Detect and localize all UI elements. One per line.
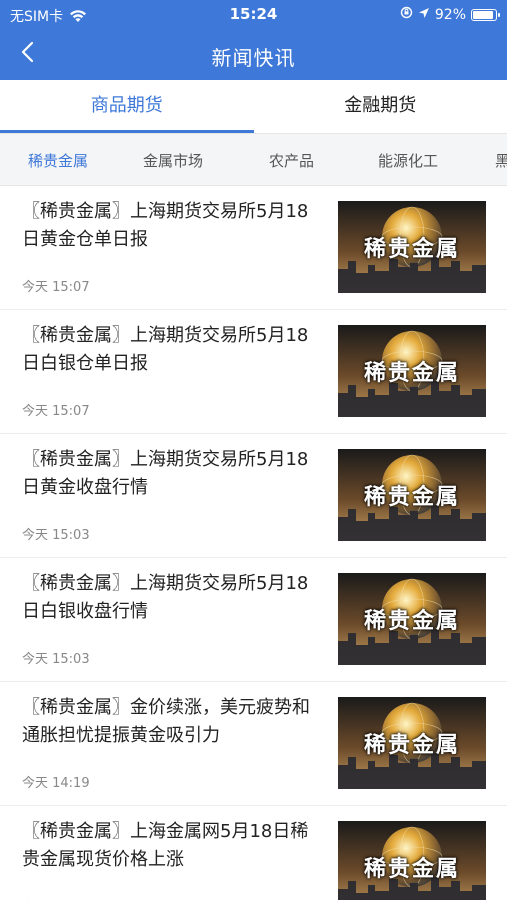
thumbnail-caption: 稀贵金属 [363,609,460,634]
news-timestamp: 今天 15:03 [22,652,90,667]
battery-icon [471,8,500,21]
news-item[interactable]: 〖稀贵金属〗上海期货交易所5月18日黄金收盘行情 今天 15:03 稀贵金属 [0,434,507,558]
news-timestamp: 今天 15:07 [22,280,90,295]
subcat-energy-chemical[interactable]: 能源化工 [378,150,438,171]
thumbnail-caption: 稀贵金属 [363,857,460,882]
news-title: 〖稀贵金属〗金价续涨，美元疲势和通胀担忧提振黄金吸引力 [22,697,310,746]
news-item[interactable]: 〖稀贵金属〗金价续涨，美元疲势和通胀担忧提振黄金吸引力 今天 14:19 稀贵金… [0,682,507,806]
news-item[interactable]: 〖稀贵金属〗上海金属网5月18日稀贵金属现货价格上涨 今天 14:1 [0,806,507,900]
news-thumbnail: 稀贵金属 [338,573,486,665]
tab-commodity-futures[interactable]: 商品期货 [0,80,254,133]
news-item[interactable]: 〖稀贵金属〗上海期货交易所5月18日黄金仓单日报 今天 15:07 稀贵金属 [0,186,507,310]
news-timestamp: 今天 15:03 [22,528,90,543]
subcat-metal-market[interactable]: 金属市场 [143,150,203,171]
subcategory-bar: 稀贵金属 金属市场 农产品 能源化工 黑 [0,134,507,186]
news-thumbnail: 稀贵金属 [338,697,486,789]
news-timestamp: 今天 14:19 [22,776,90,791]
news-thumbnail: 稀贵金属 [338,821,486,900]
news-item[interactable]: 〖稀贵金属〗上海期货交易所5月18日白银仓单日报 今天 15:07 稀贵金属 [0,310,507,434]
news-title: 〖稀贵金属〗上海期货交易所5月18日黄金仓单日报 [22,201,309,250]
news-list: 〖稀贵金属〗上海期货交易所5月18日黄金仓单日报 今天 15:07 稀贵金属 〖… [0,186,507,900]
subcat-precious-metals[interactable]: 稀贵金属 [28,150,88,171]
battery-percent: 92% [434,6,466,23]
news-item[interactable]: 〖稀贵金属〗上海期货交易所5月18日白银收盘行情 今天 15:03 稀贵金属 [0,558,507,682]
news-thumbnail: 稀贵金属 [338,449,486,541]
thumbnail-caption: 稀贵金属 [363,733,460,758]
thumbnail-caption: 稀贵金属 [363,485,460,510]
orientation-lock-icon [400,6,413,23]
tab-financial-futures[interactable]: 金融期货 [254,80,507,133]
news-thumbnail: 稀贵金属 [338,325,486,417]
thumbnail-caption: 稀贵金属 [363,237,460,262]
subcat-ferrous[interactable]: 黑 [495,150,507,171]
news-title: 〖稀贵金属〗上海金属网5月18日稀贵金属现货价格上涨 [22,821,309,870]
news-timestamp: 今天 15:07 [22,404,90,419]
subcat-agricultural[interactable]: 农产品 [269,150,314,171]
news-thumbnail: 稀贵金属 [338,201,486,293]
news-title: 〖稀贵金属〗上海期货交易所5月18日白银仓单日报 [22,325,309,374]
nav-bar: 新闻快讯 [0,30,507,80]
news-title: 〖稀贵金属〗上海期货交易所5月18日黄金收盘行情 [22,449,309,498]
page-title: 新闻快讯 [211,46,296,70]
status-bar: 无SIM卡 15:24 92% [0,0,507,30]
category-tabs: 商品期货 金融期货 [0,80,507,134]
news-title: 〖稀贵金属〗上海期货交易所5月18日白银收盘行情 [22,573,309,622]
location-icon [418,7,430,23]
status-right: 92% [400,6,500,23]
thumbnail-caption: 稀贵金属 [363,361,460,386]
news-timestamp: 今天 14:1 [22,896,81,900]
